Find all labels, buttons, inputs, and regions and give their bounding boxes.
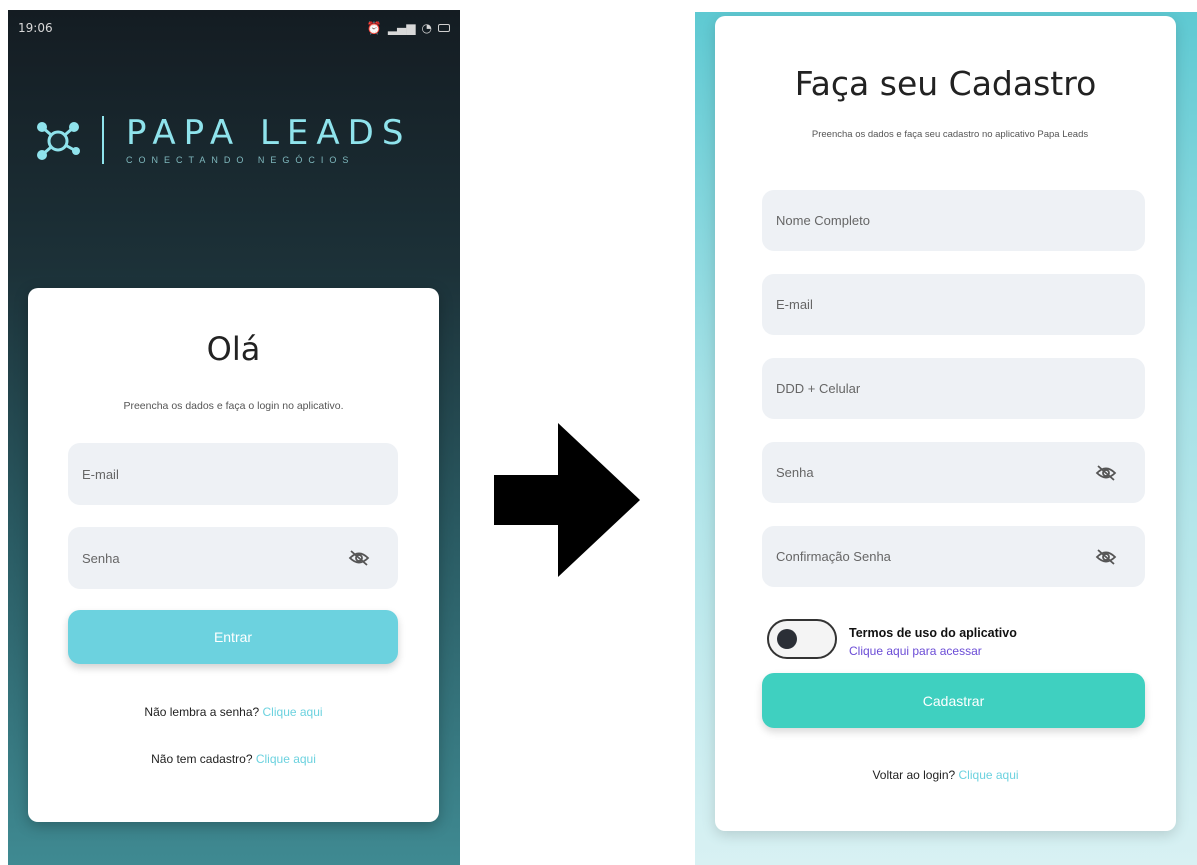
brand-divider [102, 116, 104, 164]
login-card: Olá Preencha os dados e faça o login no … [28, 288, 439, 822]
register-prompt-text: Não tem cadastro? [151, 752, 253, 766]
toggle-knob [777, 629, 797, 649]
battery-icon [438, 24, 450, 32]
eye-off-icon[interactable] [1095, 464, 1117, 482]
terms-toggle[interactable] [767, 619, 837, 659]
network-logo-icon [37, 122, 80, 160]
forgot-password-link[interactable]: Clique aqui [263, 705, 323, 719]
register-password-field[interactable] [762, 442, 1145, 503]
confirm-password-field[interactable] [762, 526, 1145, 587]
alarm-icon: ⏰ [366, 21, 382, 35]
brand-name: PAPA LEADS [126, 113, 412, 153]
brand-header: PAPA LEADS CONECTANDO NEGÓCIOS [32, 110, 452, 170]
login-title: Olá [206, 330, 261, 368]
full-name-field[interactable] [762, 190, 1145, 251]
register-screen: Faça seu Cadastro Preencha os dados e fa… [695, 12, 1197, 865]
terms-label: Termos de uso do aplicativo [849, 626, 1017, 640]
comparison-stage: 19:06 ⏰ ▂▄▆ ◔ PAPA LEADS CONECTANDO NEGÓ… [0, 0, 1197, 865]
forgot-password-text: Não lembra a senha? [144, 705, 260, 719]
register-email-field[interactable] [762, 274, 1145, 335]
right-arrow-icon [494, 423, 640, 577]
status-bar: 19:06 ⏰ ▂▄▆ ◔ [18, 18, 450, 38]
wifi-icon: ◔ [421, 21, 432, 35]
status-icons: ⏰ ▂▄▆ ◔ [367, 21, 450, 35]
status-time: 19:06 [18, 21, 53, 35]
back-to-login-text: Voltar ao login? [872, 768, 956, 782]
eye-off-icon[interactable] [348, 549, 370, 567]
register-prompt-row: Não tem cadastro? Clique aqui [28, 752, 439, 766]
register-link[interactable]: Clique aqui [256, 752, 316, 766]
register-submit-button[interactable]: Cadastrar [762, 673, 1145, 728]
login-email-field[interactable] [68, 443, 398, 505]
brand-tagline: CONECTANDO NEGÓCIOS [126, 155, 355, 165]
forgot-password-row: Não lembra a senha? Clique aqui [28, 705, 439, 719]
terms-link[interactable]: Clique aqui para acessar [849, 644, 982, 658]
register-card: Faça seu Cadastro Preencha os dados e fa… [715, 16, 1176, 831]
back-to-login-link[interactable]: Clique aqui [959, 768, 1019, 782]
phone-field[interactable] [762, 358, 1145, 419]
eye-off-icon[interactable] [1095, 548, 1117, 566]
register-title: Faça seu Cadastro [794, 64, 1097, 103]
register-subtitle: Preencha os dados e faça seu cadastro no… [811, 129, 1089, 140]
signal-icon: ▂▄▆ [387, 21, 416, 35]
back-to-login-row: Voltar ao login? Clique aqui [715, 768, 1176, 782]
login-screen: 19:06 ⏰ ▂▄▆ ◔ PAPA LEADS CONECTANDO NEGÓ… [8, 10, 460, 865]
login-subtitle: Preencha os dados e faça o login no apli… [123, 400, 344, 412]
login-submit-button[interactable]: Entrar [68, 610, 398, 664]
